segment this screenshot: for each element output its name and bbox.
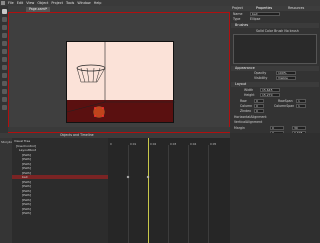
tab-properties[interactable]: Properties bbox=[256, 6, 272, 11]
layout-section-header[interactable]: Layout bbox=[231, 82, 319, 87]
timeline-gridline bbox=[168, 145, 169, 243]
timeline-gridline bbox=[208, 145, 209, 243]
direct-selection-tool-icon[interactable] bbox=[1, 17, 7, 22]
zindex-field[interactable]: 0 bbox=[254, 109, 264, 113]
opacity-label: Opacity bbox=[254, 71, 267, 75]
objects-and-timeline-panel: Objects and Timeline Storyboard Visual T… bbox=[0, 133, 320, 243]
pan-tool-icon[interactable] bbox=[1, 25, 7, 30]
width-field[interactable]: 15.645 bbox=[260, 88, 280, 92]
brush-type-row[interactable]: Solid Color Brush No brush bbox=[256, 29, 299, 33]
paint-bucket-tool-icon[interactable] bbox=[1, 49, 7, 54]
eyedropper-tool-icon[interactable] bbox=[1, 41, 7, 46]
app-logo-icon bbox=[1, 1, 5, 5]
tree-row[interactable]: [Path] bbox=[12, 211, 118, 215]
rectangle-tool-icon[interactable] bbox=[1, 73, 7, 78]
column-field[interactable]: 0 bbox=[254, 104, 264, 108]
width-label: Width bbox=[244, 88, 254, 92]
brushes-section-header[interactable]: Brushes bbox=[231, 23, 319, 28]
selection-tool-icon[interactable] bbox=[1, 9, 7, 14]
rowspan-field[interactable]: 1 bbox=[296, 99, 306, 103]
toolbox bbox=[0, 6, 8, 133]
name-field[interactable]: ball bbox=[250, 12, 280, 16]
right-panel-tabs: Project Properties Resources bbox=[230, 6, 320, 11]
horizontal-alignment-label: HorizontalAlignment bbox=[234, 115, 267, 119]
columnspan-field[interactable]: 1 bbox=[296, 104, 306, 108]
object-tree: Visual Tree [UserControl] LayoutRoot [Pa… bbox=[12, 138, 118, 243]
time-tick: 0:01 bbox=[130, 142, 137, 146]
tab-resources[interactable]: Resources bbox=[288, 6, 304, 11]
tab-project[interactable]: Project bbox=[232, 6, 243, 11]
appearance-section-header[interactable]: Appearance bbox=[231, 66, 319, 71]
design-surface[interactable] bbox=[66, 41, 175, 123]
selection-handle[interactable] bbox=[102, 107, 104, 109]
grid-tool-icon[interactable] bbox=[1, 81, 7, 86]
timeline-gridline bbox=[188, 145, 189, 243]
control-tool-icon[interactable] bbox=[1, 97, 7, 102]
menu-file[interactable]: File bbox=[8, 1, 14, 5]
visibility-label: Visibility bbox=[254, 76, 268, 80]
pencil-tool-icon[interactable] bbox=[1, 65, 7, 70]
brush-editor[interactable] bbox=[233, 34, 317, 64]
zoom-tool-icon[interactable] bbox=[1, 33, 7, 38]
menu-tools[interactable]: Tools bbox=[66, 1, 74, 5]
asset-tool-icon[interactable] bbox=[1, 105, 7, 110]
type-value: Ellipse bbox=[250, 17, 261, 21]
menu-window[interactable]: Window bbox=[77, 1, 90, 5]
artboard-status-bar bbox=[8, 127, 230, 132]
text-tool-icon[interactable] bbox=[1, 89, 7, 94]
zindex-label: ZIndex bbox=[240, 109, 251, 113]
opacity-field[interactable]: 100% bbox=[276, 71, 296, 75]
time-tick: 0:03 bbox=[170, 142, 177, 146]
type-label: Type bbox=[233, 17, 241, 21]
margin-label: Margin bbox=[234, 126, 245, 130]
row-field[interactable]: 0 bbox=[254, 99, 264, 103]
playhead[interactable] bbox=[148, 138, 149, 243]
visibility-select[interactable]: Visible bbox=[276, 76, 296, 80]
pen-tool-icon[interactable] bbox=[1, 57, 7, 62]
column-label: Column bbox=[240, 104, 253, 108]
menu-help[interactable]: Help bbox=[94, 1, 102, 5]
menu-view[interactable]: View bbox=[26, 1, 34, 5]
time-tick: 0:04 bbox=[190, 142, 197, 146]
margin-right-field[interactable]: 30 bbox=[292, 126, 306, 130]
time-tick: 0:02 bbox=[150, 142, 157, 146]
time-tick: 0:05 bbox=[210, 142, 217, 146]
selection-handle[interactable] bbox=[94, 107, 96, 109]
timeline-gridline bbox=[128, 145, 129, 243]
name-label: Name bbox=[233, 12, 243, 16]
vertical-alignment-label: VerticalAlignment bbox=[234, 120, 263, 124]
menu-project[interactable]: Project bbox=[51, 1, 63, 5]
rowspan-label: RowSpan bbox=[278, 99, 293, 103]
menu-object[interactable]: Object bbox=[37, 1, 48, 5]
selection-handle[interactable] bbox=[94, 115, 96, 117]
menu-edit[interactable]: Edit bbox=[17, 1, 24, 5]
time-tick: 0 bbox=[110, 142, 112, 146]
selection-handle[interactable] bbox=[102, 115, 104, 117]
keyframe-icon[interactable] bbox=[126, 175, 130, 179]
height-field[interactable]: 15.270 bbox=[260, 93, 280, 97]
margin-left-field[interactable]: 0 bbox=[270, 126, 284, 130]
height-label: Height bbox=[244, 93, 255, 97]
interaction-side-panel: Storyboard bbox=[0, 138, 18, 243]
timeline[interactable]: 0 0:01 0:02 0:03 0:04 0:05 bbox=[108, 138, 230, 243]
row-label: Row bbox=[240, 99, 247, 103]
columnspan-label: ColumnSpan bbox=[274, 104, 295, 108]
scene-drawing bbox=[67, 42, 175, 119]
